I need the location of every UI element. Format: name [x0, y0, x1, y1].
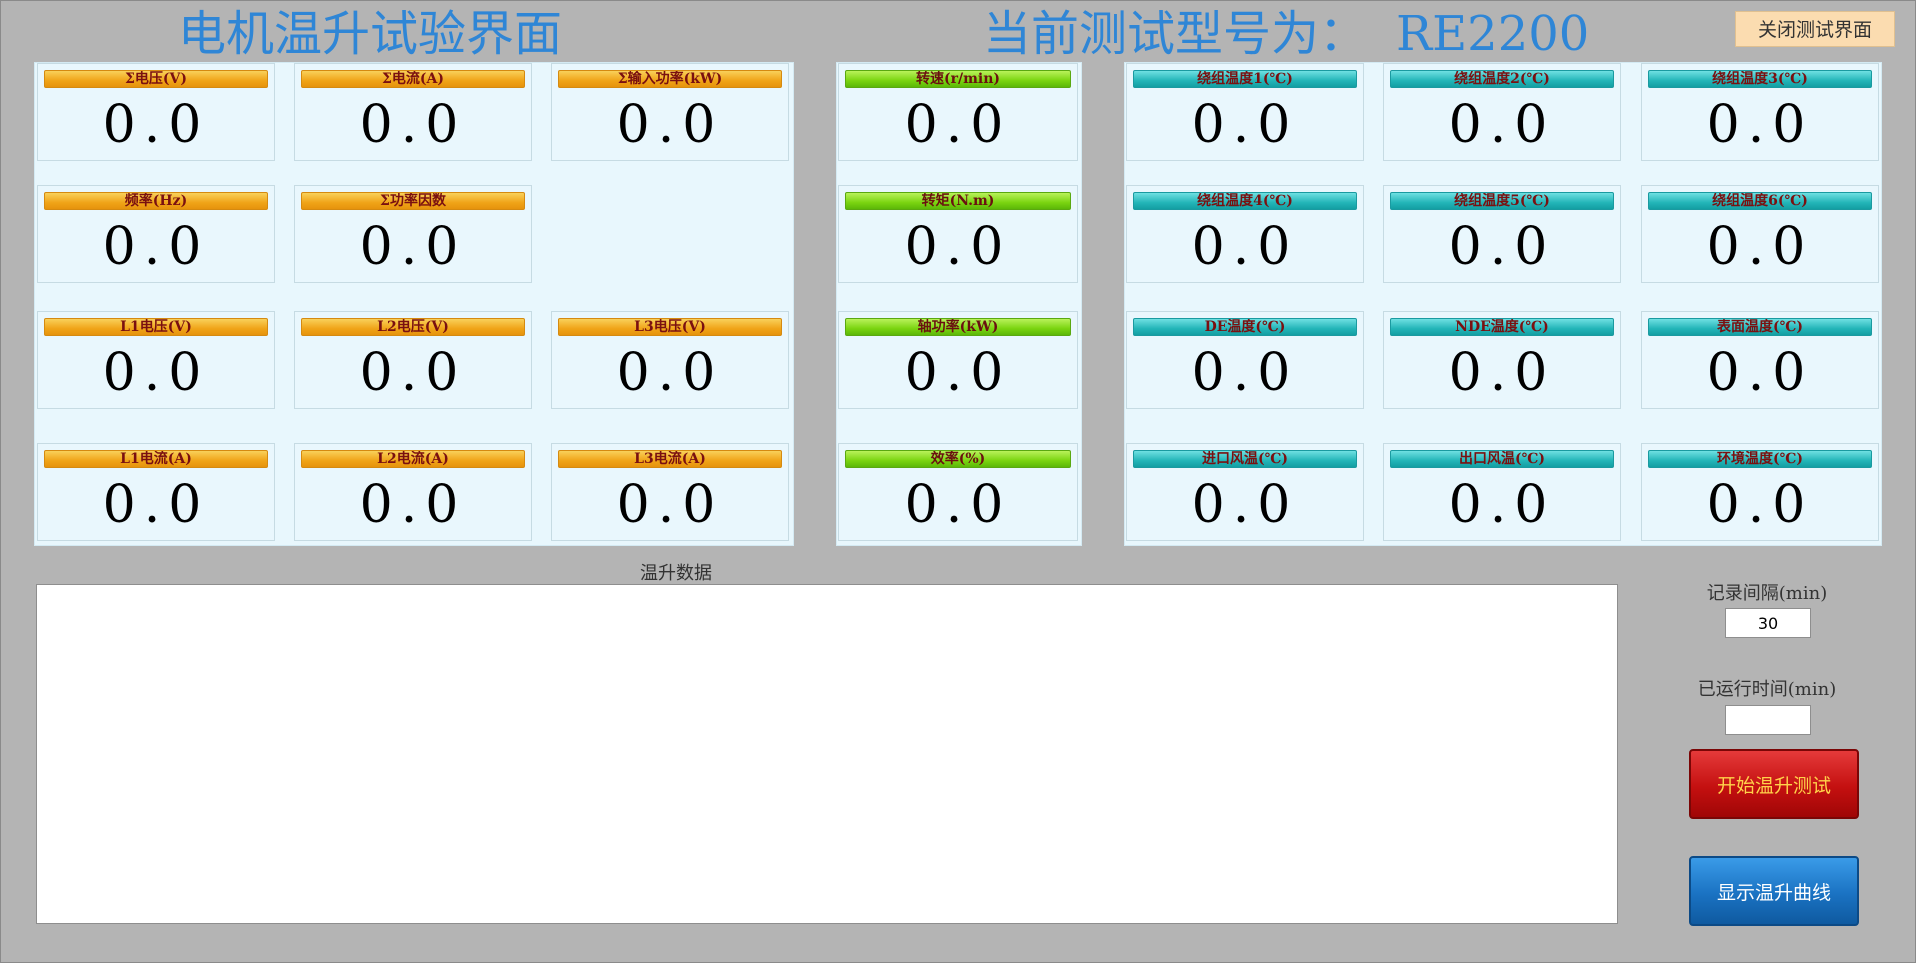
meter-tile: Σ输入功率(kW) 0.0 [551, 63, 789, 161]
meter-value: 0.0 [1706, 217, 1814, 277]
meter-label: 频率(Hz) [44, 192, 268, 210]
electrical-panel: Σ电压(V) 0.0 Σ电流(A) 0.0 Σ输入功率(kW) 0.0 频率(H… [34, 62, 794, 546]
show-curve-button[interactable]: 显示温升曲线 [1689, 856, 1859, 926]
meter-label: Σ输入功率(kW) [558, 70, 782, 88]
meter-tile: 绕组温度5(℃) 0.0 [1383, 185, 1621, 283]
meter-label: Σ功率因数 [301, 192, 525, 210]
temperature-rise-data-grid[interactable] [36, 584, 1618, 924]
meter-tile: 轴功率(kW) 0.0 [838, 311, 1078, 409]
meter-label: L1电压(V) [44, 318, 268, 336]
meter-value: 0.0 [1448, 475, 1556, 535]
meter-label: 表面温度(℃) [1648, 318, 1872, 336]
meter-value: 0.0 [1706, 343, 1814, 403]
meter-tile: Σ电压(V) 0.0 [37, 63, 275, 161]
meter-value: 0.0 [102, 95, 210, 155]
mechanical-panel: 转速(r/min) 0.0 转矩(N.m) 0.0 轴功率(kW) 0.0 效率… [836, 62, 1082, 546]
meter-tile: Σ电流(A) 0.0 [294, 63, 532, 161]
meter-tile: 转速(r/min) 0.0 [838, 63, 1078, 161]
meter-tile: 出口风温(℃) 0.0 [1383, 443, 1621, 541]
meter-label: 绕组温度5(℃) [1390, 192, 1614, 210]
meter-label: Σ电压(V) [44, 70, 268, 88]
meter-label: L3电流(A) [558, 450, 782, 468]
meter-tile: 效率(%) 0.0 [838, 443, 1078, 541]
meter-label: 转速(r/min) [845, 70, 1071, 88]
temperature-panel: 绕组温度1(℃) 0.0 绕组温度2(℃) 0.0 绕组温度3(℃) 0.0 绕… [1124, 62, 1882, 546]
meter-tile: 绕组温度1(℃) 0.0 [1126, 63, 1364, 161]
meter-tile: NDE温度(℃) 0.0 [1383, 311, 1621, 409]
meter-tile: 进口风温(℃) 0.0 [1126, 443, 1364, 541]
meter-tile: 表面温度(℃) 0.0 [1641, 311, 1879, 409]
meter-tile: L3电压(V) 0.0 [551, 311, 789, 409]
meter-value: 0.0 [1191, 95, 1299, 155]
meter-value: 0.0 [616, 95, 724, 155]
meter-value: 0.0 [904, 475, 1012, 535]
meter-label: 环境温度(℃) [1648, 450, 1872, 468]
meter-value: 0.0 [1448, 95, 1556, 155]
meter-value: 0.0 [102, 217, 210, 277]
elapsed-time-label: 已运行时间(min) [1697, 679, 1837, 700]
interval-label: 记录间隔(min) [1706, 583, 1828, 604]
meter-label: 进口风温(℃) [1133, 450, 1357, 468]
meter-value: 0.0 [616, 343, 724, 403]
meter-value: 0.0 [1448, 343, 1556, 403]
meter-label: 绕组温度4(℃) [1133, 192, 1357, 210]
meter-label: 转矩(N.m) [845, 192, 1071, 210]
meter-tile: 环境温度(℃) 0.0 [1641, 443, 1879, 541]
meter-tile: L1电流(A) 0.0 [37, 443, 275, 541]
meter-value: 0.0 [1191, 343, 1299, 403]
model-value: RE2200 [1396, 6, 1590, 62]
meter-value: 0.0 [904, 217, 1012, 277]
meter-label: L2电流(A) [301, 450, 525, 468]
meter-tile: 绕组温度2(℃) 0.0 [1383, 63, 1621, 161]
meter-value: 0.0 [359, 343, 467, 403]
start-test-button[interactable]: 开始温升测试 [1689, 749, 1859, 819]
meter-label: Σ电流(A) [301, 70, 525, 88]
meter-label: 绕组温度1(℃) [1133, 70, 1357, 88]
meter-tile: L3电流(A) 0.0 [551, 443, 789, 541]
meter-label: 绕组温度3(℃) [1648, 70, 1872, 88]
meter-label: L3电压(V) [558, 318, 782, 336]
meter-value: 0.0 [359, 95, 467, 155]
meter-tile: L1电压(V) 0.0 [37, 311, 275, 409]
meter-tile: Σ功率因数 0.0 [294, 185, 532, 283]
meter-value: 0.0 [1191, 475, 1299, 535]
meter-value: 0.0 [102, 475, 210, 535]
meter-tile: L2电流(A) 0.0 [294, 443, 532, 541]
meter-tile: 转矩(N.m) 0.0 [838, 185, 1078, 283]
close-test-button[interactable]: 关闭测试界面 [1735, 11, 1895, 47]
meter-label: 绕组温度2(℃) [1390, 70, 1614, 88]
meter-tile: L2电压(V) 0.0 [294, 311, 532, 409]
meter-value: 0.0 [1706, 95, 1814, 155]
meter-label: 出口风温(℃) [1390, 450, 1614, 468]
meter-value: 0.0 [102, 343, 210, 403]
meter-label: 绕组温度6(℃) [1648, 192, 1872, 210]
meter-label: DE温度(℃) [1133, 318, 1357, 336]
app-title: 电机温升试验界面 [178, 6, 563, 62]
elapsed-time-input[interactable] [1725, 705, 1811, 735]
meter-value: 0.0 [904, 343, 1012, 403]
meter-tile: DE温度(℃) 0.0 [1126, 311, 1364, 409]
meter-value: 0.0 [1448, 217, 1556, 277]
meter-tile: 绕组温度6(℃) 0.0 [1641, 185, 1879, 283]
meter-value: 0.0 [904, 95, 1012, 155]
model-title: 当前测试型号为： [983, 6, 1368, 62]
meter-value: 0.0 [359, 475, 467, 535]
meter-value: 0.0 [616, 475, 724, 535]
meter-label: L2电压(V) [301, 318, 525, 336]
meter-label: NDE温度(℃) [1390, 318, 1614, 336]
meter-value: 0.0 [1191, 217, 1299, 277]
data-section-caption: 温升数据 [640, 563, 712, 584]
meter-value: 0.0 [359, 217, 467, 277]
meter-tile: 绕组温度4(℃) 0.0 [1126, 185, 1364, 283]
meter-label: L1电流(A) [44, 450, 268, 468]
meter-tile: 频率(Hz) 0.0 [37, 185, 275, 283]
meter-tile: 绕组温度3(℃) 0.0 [1641, 63, 1879, 161]
meter-label: 轴功率(kW) [845, 318, 1071, 336]
meter-value: 0.0 [1706, 475, 1814, 535]
interval-input[interactable] [1725, 608, 1811, 638]
meter-label: 效率(%) [845, 450, 1071, 468]
